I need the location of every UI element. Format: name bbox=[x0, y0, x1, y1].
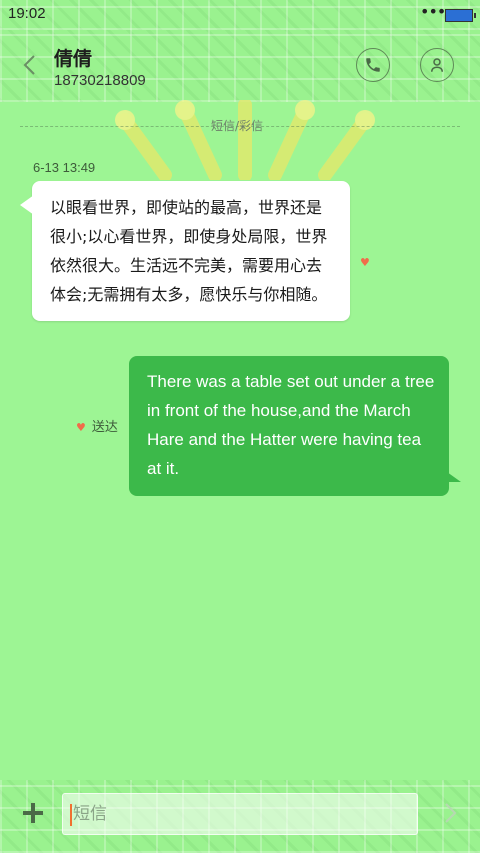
status-dots: ••• bbox=[420, 2, 446, 21]
text-caret bbox=[70, 804, 72, 826]
status-time: 19:02 bbox=[8, 5, 46, 22]
heart-icon: ♥ bbox=[76, 421, 86, 434]
add-attachment-button[interactable] bbox=[18, 798, 48, 828]
battery-icon bbox=[445, 9, 476, 22]
send-button[interactable] bbox=[436, 798, 466, 828]
heart-icon: ♥ bbox=[360, 256, 370, 269]
status-bar: 19:02 ••• bbox=[0, 0, 480, 30]
contact-number: 18730218809 bbox=[54, 72, 146, 89]
phone-icon bbox=[366, 58, 380, 72]
delivery-status-label: 送达 bbox=[91, 420, 118, 435]
send-arrow-icon bbox=[445, 803, 457, 823]
contact-profile-button[interactable] bbox=[420, 48, 454, 82]
back-button[interactable] bbox=[14, 50, 44, 80]
crown-decoration bbox=[115, 100, 375, 180]
call-button[interactable] bbox=[356, 48, 390, 82]
conversation-header: 倩倩 18730218809 bbox=[0, 30, 480, 102]
composer-bar bbox=[0, 780, 480, 853]
message-input[interactable] bbox=[62, 793, 418, 835]
person-icon bbox=[431, 58, 443, 72]
outgoing-message-bubble[interactable]: There was a table set out under a tree i… bbox=[129, 356, 461, 496]
contact-name: 倩倩 bbox=[54, 48, 93, 70]
message-type-label: 短信/彩信 bbox=[211, 119, 264, 133]
delivery-status: ♥ 送达 bbox=[76, 416, 118, 435]
plus-icon bbox=[23, 803, 43, 823]
message-timestamp: 6-13 13:49 bbox=[33, 160, 96, 175]
incoming-message-bubble[interactable]: 以眼看世界，即使站的最高，世界还是很小;以心看世界，即使身处局限，世界依然很大。… bbox=[20, 181, 350, 321]
chevron-left-icon bbox=[23, 55, 35, 75]
